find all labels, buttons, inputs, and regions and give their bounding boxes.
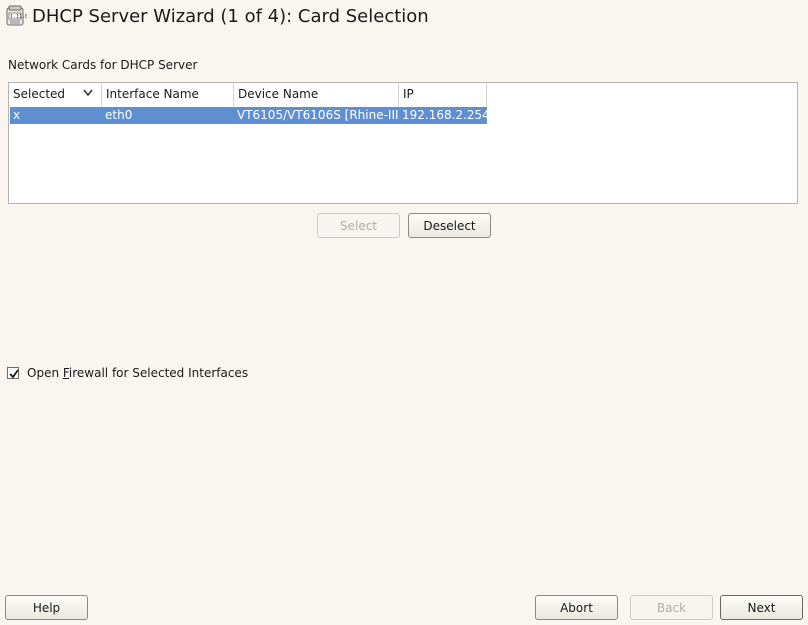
checkmark-icon xyxy=(9,369,19,379)
open-firewall-checkbox[interactable] xyxy=(7,367,19,379)
column-label-device-name: Device Name xyxy=(238,87,319,101)
help-button[interactable]: Help xyxy=(5,595,88,620)
network-cards-label: Network Cards for DHCP Server xyxy=(8,58,198,72)
open-firewall-option[interactable]: Open Firewall for Selected Interfaces xyxy=(7,366,248,380)
next-button[interactable]: Next xyxy=(720,595,803,620)
column-header-device-name[interactable]: Device Name xyxy=(234,83,399,106)
select-button[interactable]: Select xyxy=(317,213,400,238)
column-header-interface-name[interactable]: Interface Name xyxy=(102,83,234,106)
cell-device-name: VT6105/VT6106S [Rhine-III] xyxy=(237,108,399,122)
deselect-button-label: Deselect xyxy=(423,218,476,233)
title-bar: 1.11.0 DHCP Server Wizard (1 of 4): Card… xyxy=(5,4,429,28)
cell-ip: 192.168.2.254 xyxy=(402,108,487,122)
column-label-ip: IP xyxy=(403,87,414,101)
table-header: Selected Interface Name Device Name IP xyxy=(9,83,797,106)
chevron-down-icon xyxy=(83,89,93,97)
page-title: DHCP Server Wizard (1 of 4): Card Select… xyxy=(32,5,429,27)
column-header-ip[interactable]: IP xyxy=(399,83,487,106)
help-button-label: Help xyxy=(32,600,61,615)
select-button-label: Select xyxy=(339,218,378,233)
back-button-label: Back xyxy=(656,600,687,615)
next-button-label: Next xyxy=(747,600,776,615)
table-row[interactable]: x eth0 VT6105/VT6106S [Rhine-III] 192.16… xyxy=(10,107,487,124)
column-label-interface-name: Interface Name xyxy=(106,87,199,101)
svg-text:1.11.0: 1.11.0 xyxy=(10,14,27,20)
network-cards-table[interactable]: Selected Interface Name Device Name IP x… xyxy=(8,82,798,204)
open-firewall-label: Open Firewall for Selected Interfaces xyxy=(27,366,249,380)
dhcp-server-icon: 1.11.0 xyxy=(6,5,27,26)
cell-interface-name: eth0 xyxy=(105,108,133,122)
abort-button[interactable]: Abort xyxy=(535,595,618,620)
cell-selected: x xyxy=(13,108,21,122)
back-button[interactable]: Back xyxy=(630,595,713,620)
abort-button-label: Abort xyxy=(560,600,593,615)
column-header-filler xyxy=(487,83,797,106)
deselect-button[interactable]: Deselect xyxy=(408,213,491,238)
column-label-selected: Selected xyxy=(13,87,66,101)
column-header-selected[interactable]: Selected xyxy=(9,83,102,106)
